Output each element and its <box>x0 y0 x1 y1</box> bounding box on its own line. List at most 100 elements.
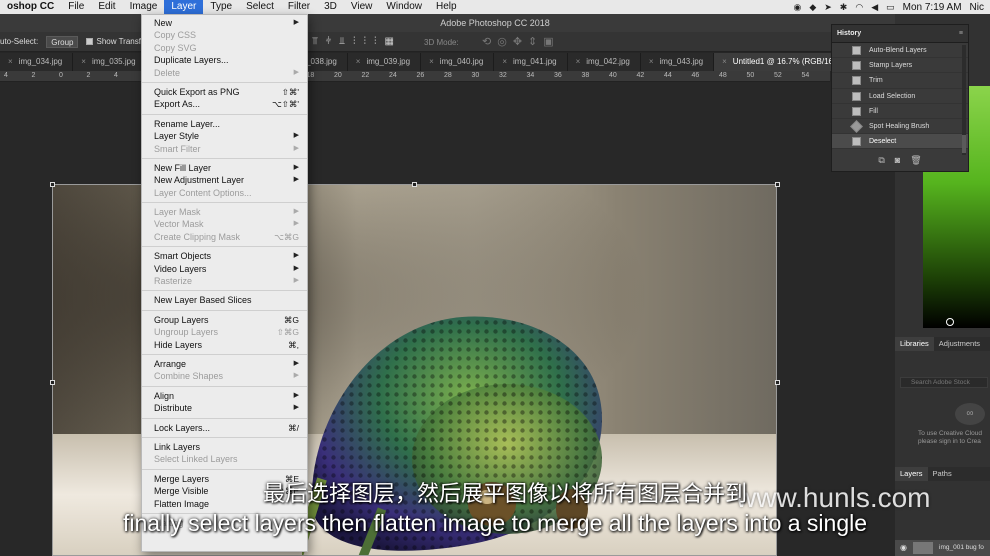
menu-select[interactable]: Select <box>239 0 281 14</box>
menu-item-align[interactable]: Align ▶ <box>142 390 307 402</box>
delete-state-trash-icon[interactable]: 🗑 <box>910 155 921 171</box>
menu-item-ungroup-layers: Ungroup Layers ⇧⌘G <box>142 326 307 338</box>
menu-item-group-layers[interactable]: Group Layers ⌘G <box>142 314 307 326</box>
transform-handle[interactable] <box>775 182 780 187</box>
color-picker-cursor[interactable] <box>946 318 954 326</box>
document-tab[interactable]: × img_041.jpg <box>494 53 568 71</box>
menu-item-arrange[interactable]: Arrange ▶ <box>142 358 307 370</box>
volume-icon[interactable]: ◀ <box>871 2 878 13</box>
menu-item-copy-css: Copy CSS <box>142 29 307 41</box>
menu-file[interactable]: File <box>61 0 91 14</box>
history-state[interactable]: Trim <box>832 73 968 89</box>
panel-menu-icon[interactable]: ≡ <box>959 25 963 43</box>
menu-image[interactable]: Image <box>123 0 165 14</box>
creative-cloud-icon[interactable]: ◉ <box>793 2 801 13</box>
menu-item-distribute[interactable]: Distribute ▶ <box>142 402 307 414</box>
layer-thumbnail <box>913 542 933 554</box>
auto-select-dropdown[interactable]: Group <box>46 35 79 48</box>
menu-item-rename-layer[interactable]: Rename Layer... <box>142 118 307 130</box>
dropbox-icon[interactable]: ◆ <box>809 2 816 13</box>
document-tab[interactable]: × img_043.jpg <box>641 53 715 71</box>
close-tab-icon[interactable]: × <box>502 57 507 66</box>
menu-type[interactable]: Type <box>203 0 239 14</box>
transform-handle[interactable] <box>50 380 55 385</box>
menu-3d[interactable]: 3D <box>317 0 344 14</box>
menubar-user[interactable]: Nic <box>970 2 984 13</box>
menu-item-lock-layers[interactable]: Lock Layers... ⌘/ <box>142 422 307 434</box>
history-scroll-thumb[interactable] <box>962 135 966 153</box>
layer-row[interactable]: ◉ img_001 bug fo <box>895 540 990 556</box>
menu-item-duplicate-layers[interactable]: Duplicate Layers... <box>142 54 307 66</box>
close-tab-icon[interactable]: × <box>722 57 727 66</box>
show-transform-checkbox[interactable] <box>86 38 94 45</box>
close-tab-icon[interactable]: × <box>649 57 654 66</box>
menu-help[interactable]: Help <box>429 0 464 14</box>
stock-search-input[interactable]: Search Adobe Stock <box>900 377 988 388</box>
align-bottom-icon[interactable]: ⫫ <box>339 36 345 47</box>
menu-item-new[interactable]: New ▶ <box>142 17 307 29</box>
layer-visibility-eye-icon[interactable]: ◉ <box>900 540 907 556</box>
menu-item-quick-export-as-png[interactable]: Quick Export as PNG ⇧⌘' <box>142 86 307 98</box>
menu-item-new-layer-based-slices[interactable]: New Layer Based Slices <box>142 294 307 306</box>
menu-item-video-layers[interactable]: Video Layers ▶ <box>142 263 307 275</box>
auto-align-icon[interactable]: ▦ <box>385 36 394 47</box>
history-state[interactable]: Fill <box>832 104 968 119</box>
menu-window[interactable]: Window <box>379 0 429 14</box>
new-snapshot-camera-icon[interactable]: ◙ <box>895 155 900 171</box>
menubar-clock[interactable]: Mon 7:19 AM <box>903 2 962 13</box>
history-state[interactable]: Spot Healing Brush <box>832 119 968 135</box>
menu-item-link-layers[interactable]: Link Layers <box>142 441 307 453</box>
history-state-selected[interactable]: Deselect <box>832 134 968 150</box>
align-top-icon[interactable]: ⫪ <box>312 36 318 47</box>
history-state[interactable]: Auto-Blend Layers <box>832 43 968 59</box>
document-tab[interactable]: × img_042.jpg <box>568 53 641 71</box>
document-tab[interactable]: × img_039.jpg <box>348 53 422 71</box>
close-tab-icon[interactable]: × <box>356 57 361 66</box>
3d-scale-icon[interactable]: ▣ <box>543 35 553 48</box>
history-panel-title[interactable]: History <box>837 30 861 37</box>
align-vcenter-icon[interactable]: ⫩ <box>326 36 332 47</box>
wifi-icon[interactable]: ◠ <box>855 2 863 13</box>
menu-item-label: Arrange <box>154 358 187 369</box>
battery-icon[interactable]: ▭ <box>886 2 895 13</box>
menu-item-new-fill-layer[interactable]: New Fill Layer ▶ <box>142 162 307 174</box>
location-icon[interactable]: ➤ <box>824 2 832 13</box>
history-state[interactable]: Load Selection <box>832 89 968 104</box>
distribute-right-icon[interactable]: ⫶ <box>374 36 377 47</box>
menu-item-label: Smart Filter <box>154 143 201 154</box>
document-tab[interactable]: × img_040.jpg <box>421 53 495 71</box>
transform-handle[interactable] <box>775 380 780 385</box>
3d-pan-icon[interactable]: ✥ <box>513 35 522 48</box>
menu-edit[interactable]: Edit <box>91 0 122 14</box>
document-tab[interactable]: × img_034.jpg <box>0 53 74 71</box>
history-state[interactable]: Stamp Layers <box>832 58 968 74</box>
menu-separator <box>142 417 307 419</box>
tab-adjustments[interactable]: Adjustments <box>934 337 985 351</box>
close-tab-icon[interactable]: × <box>8 57 13 66</box>
close-tab-icon[interactable]: × <box>81 57 86 66</box>
new-document-from-state-icon[interactable]: ⧉ <box>878 155 884 171</box>
ruler-tick-label: 40 <box>609 72 617 79</box>
menu-item-layer-style[interactable]: Layer Style ▶ <box>142 130 307 142</box>
app-menu[interactable]: oshop CC <box>0 0 61 14</box>
menu-item-new-adjustment-layer[interactable]: New Adjustment Layer ▶ <box>142 174 307 186</box>
bluetooth-icon[interactable]: ✱ <box>840 2 848 13</box>
history-scrollbar[interactable] <box>962 45 966 155</box>
3d-rotate-icon[interactable]: ⟲ <box>482 35 491 48</box>
menu-view[interactable]: View <box>344 0 380 14</box>
close-tab-icon[interactable]: × <box>576 57 581 66</box>
menu-item-hide-layers[interactable]: Hide Layers ⌘, <box>142 339 307 351</box>
menu-item-smart-objects[interactable]: Smart Objects ▶ <box>142 250 307 262</box>
distribute-hcenter-icon[interactable]: ⫶ <box>364 36 367 47</box>
menu-item-export-as[interactable]: Export As... ⌥⇧⌘' <box>142 98 307 110</box>
transform-handle[interactable] <box>50 182 55 187</box>
menu-filter[interactable]: Filter <box>281 0 317 14</box>
3d-roll-icon[interactable]: ◎ <box>497 35 507 48</box>
distribute-left-icon[interactable]: ⫶ <box>353 36 356 47</box>
menu-layer[interactable]: Layer <box>164 0 204 14</box>
transform-handle[interactable] <box>412 182 417 187</box>
tab-libraries[interactable]: Libraries <box>895 337 934 351</box>
3d-slide-icon[interactable]: ⇕ <box>528 35 537 48</box>
document-tab[interactable]: × img_035.jpg <box>73 53 147 71</box>
close-tab-icon[interactable]: × <box>429 57 434 66</box>
